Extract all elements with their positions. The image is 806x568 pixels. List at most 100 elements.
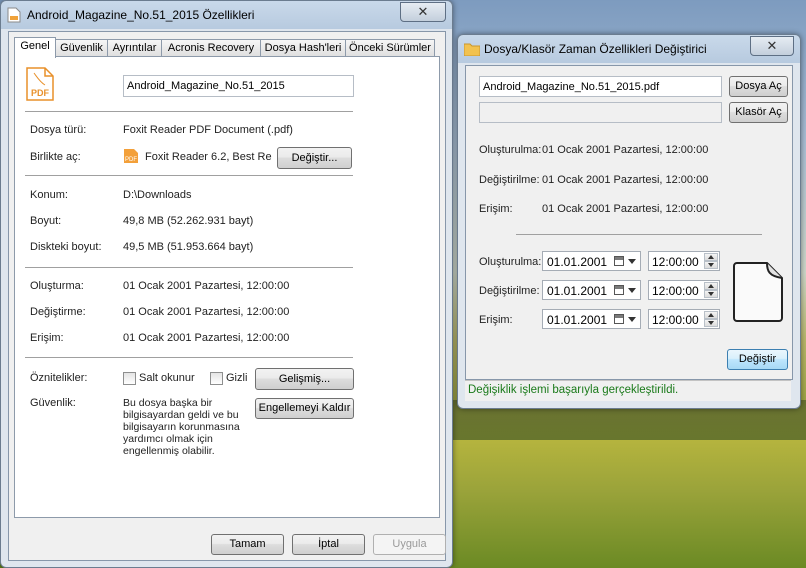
edit-accessed-label: Erişim: xyxy=(479,314,513,326)
cancel-button[interactable]: İptal xyxy=(292,534,365,555)
location-label: Konum: xyxy=(30,189,68,201)
created-date-value: 01.01.2001 xyxy=(547,255,608,269)
background-field xyxy=(450,440,806,568)
created-time-input[interactable]: 12:00:00 xyxy=(648,251,720,271)
spin-up-icon[interactable] xyxy=(704,253,718,261)
tool-client: Android_Magazine_No.51_2015.pdf Dosya Aç… xyxy=(465,65,793,380)
accessed-value: 01 Ocak 2001 Pazartesi, 12:00:00 xyxy=(123,332,290,344)
tab-acronis-recovery[interactable]: Acronis Recovery xyxy=(161,39,261,57)
size-label: Boyut: xyxy=(30,215,62,227)
tab-general[interactable]: Genel xyxy=(14,37,56,58)
open-folder-button[interactable]: Klasör Aç xyxy=(729,102,788,123)
chevron-down-icon xyxy=(628,288,636,293)
separator xyxy=(25,111,353,112)
created-label: Oluşturma: xyxy=(30,280,84,292)
chevron-down-icon xyxy=(628,259,636,264)
modified-date-picker[interactable]: 01.01.2001 xyxy=(542,280,641,300)
spin-down-icon[interactable] xyxy=(704,290,718,298)
info-accessed-value: 01 Ocak 2001 Pazartesi, 12:00:00 xyxy=(542,203,709,215)
modified-time-input[interactable]: 12:00:00 xyxy=(648,280,720,300)
info-created-label: Oluşturulma: xyxy=(479,144,542,156)
readonly-label: Salt okunur xyxy=(139,372,195,384)
modified-label: Değiştirme: xyxy=(30,306,86,318)
unblock-button[interactable]: Engellemeyi Kaldır xyxy=(255,398,354,419)
change-program-button[interactable]: Değiştir... xyxy=(277,147,352,169)
info-modified-label: Değiştirilme: xyxy=(479,174,540,186)
tab-security[interactable]: Güvenlik xyxy=(55,39,108,57)
spin-up-icon[interactable] xyxy=(704,311,718,319)
created-value: 01 Ocak 2001 Pazartesi, 12:00:00 xyxy=(123,280,290,292)
tool-title: Dosya/Klasör Zaman Özellikleri Değiştiri… xyxy=(484,42,707,56)
tab-previous-versions[interactable]: Önceki Sürümler xyxy=(345,39,435,57)
security-label: Güvenlik: xyxy=(30,397,76,409)
general-panel: PDF Android_Magazine_No.51_2015 Dosya tü… xyxy=(14,56,440,518)
info-modified-value: 01 Ocak 2001 Pazartesi, 12:00:00 xyxy=(542,174,709,186)
separator xyxy=(516,234,762,235)
file-name-input[interactable]: Android_Magazine_No.51_2015 xyxy=(123,75,354,97)
generic-file-icon xyxy=(733,262,783,322)
spin-up-icon[interactable] xyxy=(704,282,718,290)
attributes-label: Öznitelikler: xyxy=(30,372,88,384)
advanced-button[interactable]: Gelişmiş... xyxy=(255,368,354,390)
open-with-label: Birlikte aç: xyxy=(30,151,81,163)
created-time-value: 12:00:00 xyxy=(652,255,699,269)
accessed-date-picker[interactable]: 01.01.2001 xyxy=(542,309,641,329)
properties-titlebar[interactable]: Android_Magazine_No.51_2015 Özellikleri … xyxy=(1,1,452,29)
size-value: 49,8 MB (52.262.931 bayt) xyxy=(123,215,254,227)
calendar-icon xyxy=(614,285,624,295)
file-type-label: Dosya türü: xyxy=(30,124,87,136)
properties-title: Android_Magazine_No.51_2015 Özellikleri xyxy=(27,8,255,22)
hidden-checkbox[interactable] xyxy=(210,372,223,385)
pdf-document-icon: PDF xyxy=(26,67,54,101)
readonly-checkbox[interactable] xyxy=(123,372,136,385)
tab-details[interactable]: Ayrıntılar xyxy=(107,39,162,57)
tool-titlebar[interactable]: Dosya/Klasör Zaman Özellikleri Değiştiri… xyxy=(458,35,800,63)
location-value: D:\Downloads xyxy=(123,189,192,201)
open-with-value: Foxit Reader 6.2, Best Rea xyxy=(145,151,272,163)
disk-size-label: Diskteki boyut: xyxy=(30,241,102,253)
modified-time-value: 12:00:00 xyxy=(652,284,699,298)
pdf-file-icon xyxy=(7,7,21,23)
chevron-down-icon xyxy=(628,317,636,322)
accessed-time-input[interactable]: 12:00:00 xyxy=(648,309,720,329)
edit-created-label: Oluşturulma: xyxy=(479,256,542,268)
accessed-time-value: 12:00:00 xyxy=(652,313,699,327)
separator xyxy=(25,267,353,268)
properties-window: Android_Magazine_No.51_2015 Özellikleri … xyxy=(0,0,453,568)
tab-file-hashes[interactable]: Dosya Hash'leri xyxy=(260,39,346,57)
apply-button: Uygula xyxy=(373,534,446,555)
accessed-date-value: 01.01.2001 xyxy=(547,313,608,327)
status-bar: Değişiklik işlemi başarıyla gerçekleştir… xyxy=(465,380,791,401)
calendar-icon xyxy=(614,256,624,266)
spin-down-icon[interactable] xyxy=(704,319,718,327)
pdf-icon-text: PDF xyxy=(31,88,50,98)
file-path-input[interactable]: Android_Magazine_No.51_2015.pdf xyxy=(479,76,722,97)
open-file-button[interactable]: Dosya Aç xyxy=(729,76,788,97)
edit-modified-label: Değiştirilme: xyxy=(479,285,540,297)
close-button[interactable]: ✕ xyxy=(750,36,794,56)
folder-path-input[interactable] xyxy=(479,102,722,123)
svg-text:PDF: PDF xyxy=(125,157,137,163)
folder-icon xyxy=(464,43,480,56)
file-type-value: Foxit Reader PDF Document (.pdf) xyxy=(123,124,293,136)
properties-client: Genel Güvenlik Ayrıntılar Acronis Recove… xyxy=(8,31,446,561)
separator xyxy=(25,175,353,176)
security-message: Bu dosya başka bir bilgisayardan geldi v… xyxy=(123,397,240,457)
modified-date-value: 01.01.2001 xyxy=(547,284,608,298)
accessed-label: Erişim: xyxy=(30,332,64,344)
hidden-label: Gizli xyxy=(226,372,248,384)
calendar-icon xyxy=(614,314,624,324)
modified-value: 01 Ocak 2001 Pazartesi, 12:00:00 xyxy=(123,306,290,318)
time-changer-window: Dosya/Klasör Zaman Özellikleri Değiştiri… xyxy=(457,34,801,409)
spin-down-icon[interactable] xyxy=(704,261,718,269)
foxit-icon: PDF xyxy=(124,149,138,163)
ok-button[interactable]: Tamam xyxy=(211,534,284,555)
disk-size-value: 49,5 MB (51.953.664 bayt) xyxy=(123,241,254,253)
status-message: Değişiklik işlemi başarıyla gerçekleştir… xyxy=(468,384,679,396)
close-button[interactable]: ✕ xyxy=(400,2,446,22)
info-created-value: 01 Ocak 2001 Pazartesi, 12:00:00 xyxy=(542,144,709,156)
separator xyxy=(25,357,353,358)
apply-change-button[interactable]: Değiştir xyxy=(727,349,788,370)
info-accessed-label: Erişim: xyxy=(479,203,513,215)
created-date-picker[interactable]: 01.01.2001 xyxy=(542,251,641,271)
